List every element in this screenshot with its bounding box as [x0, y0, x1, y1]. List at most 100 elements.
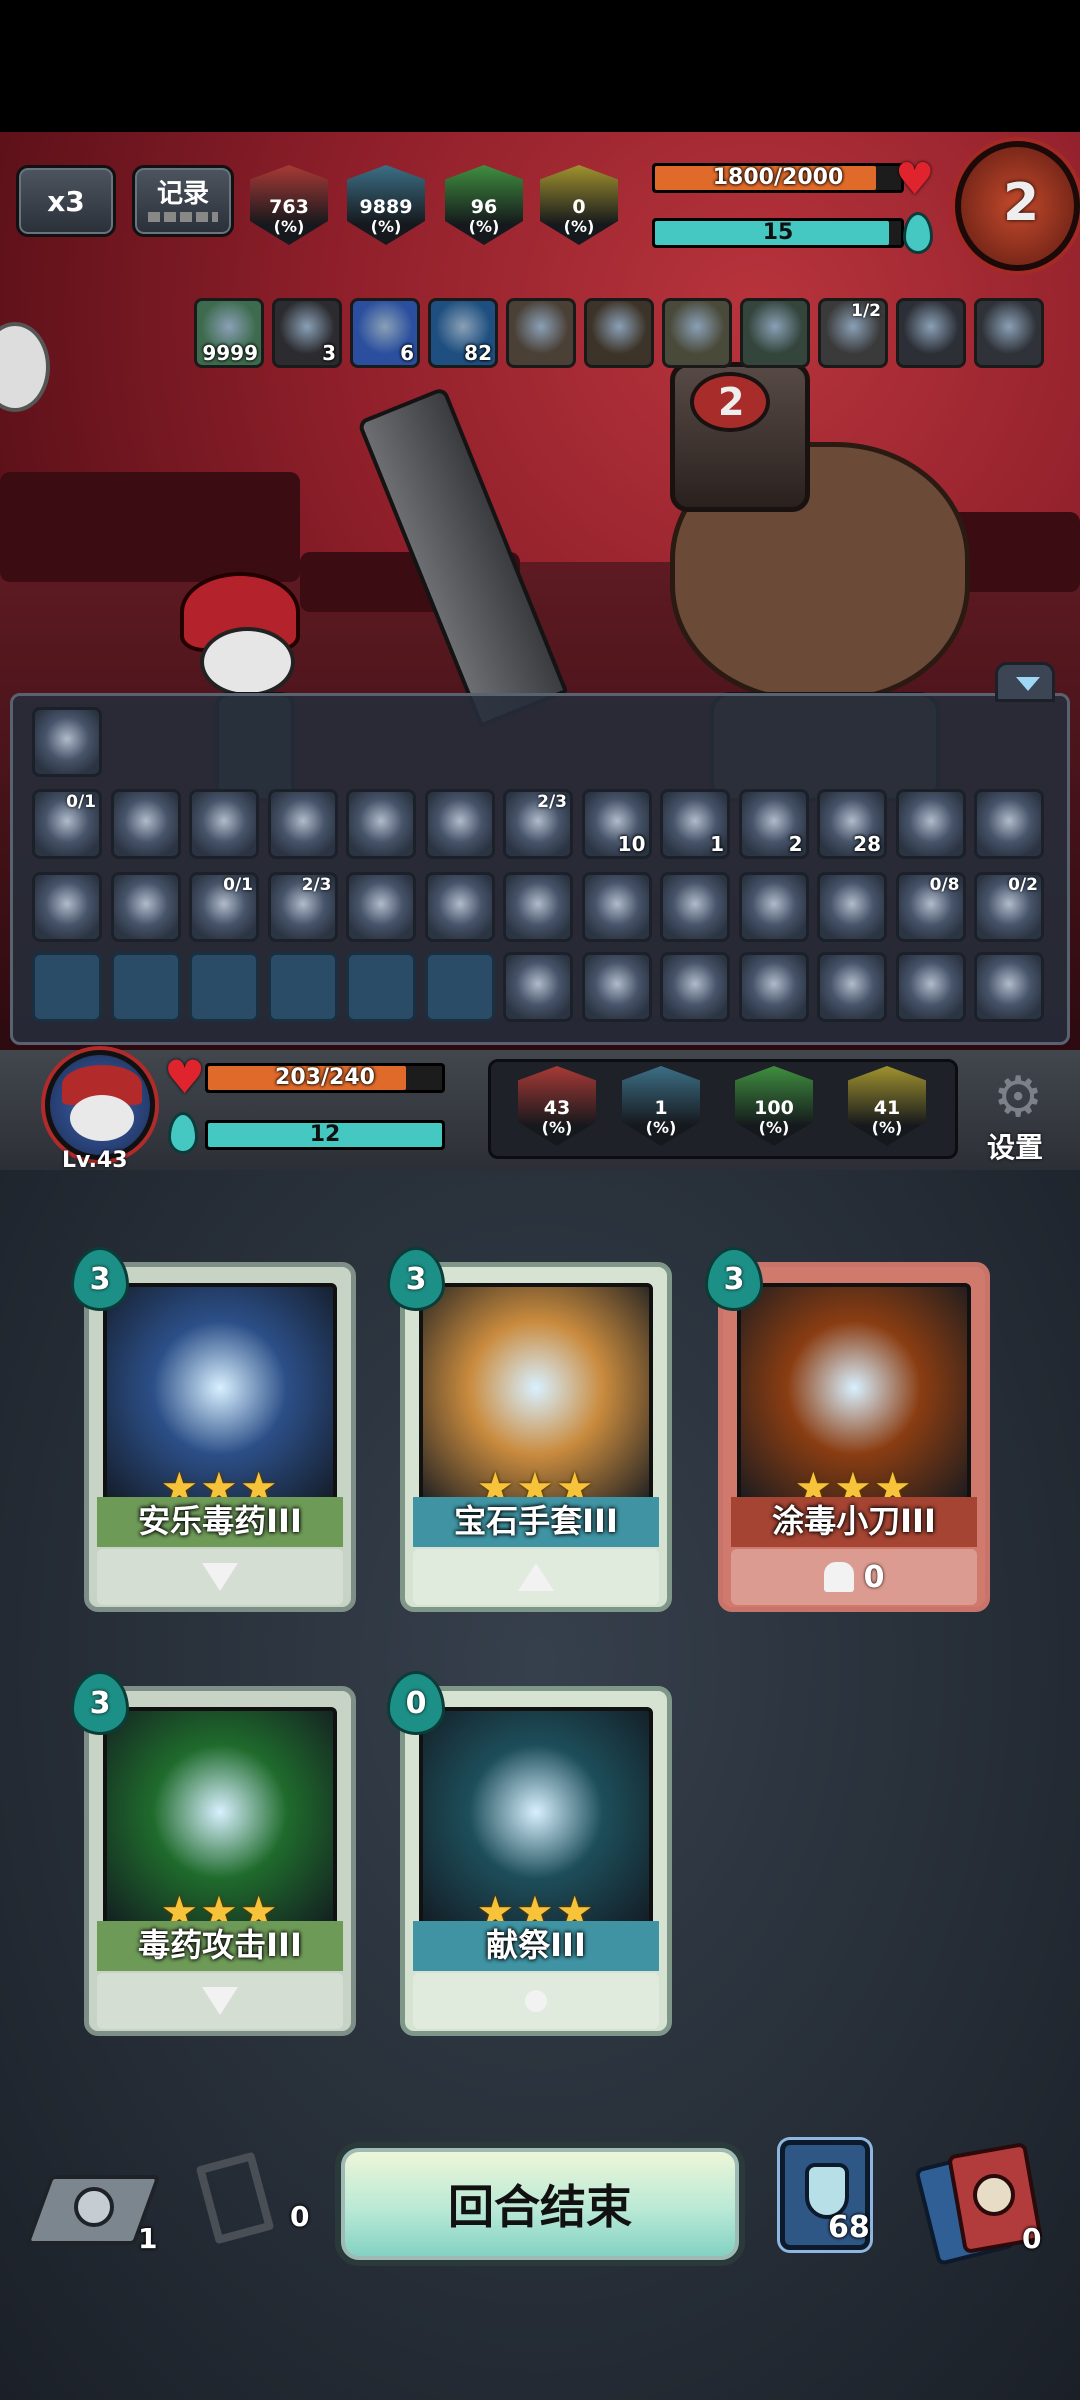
- swirl-orb-icon[interactable]: [424, 789, 495, 859]
- log-button[interactable]: 记录: [132, 165, 234, 237]
- buff-charges: 1/2: [851, 301, 881, 321]
- graveyard-count: 0: [290, 2200, 310, 2233]
- enemy-stat-value: 9889: [359, 196, 413, 218]
- player-hp-text: 203/240: [275, 1065, 375, 1090]
- gear-icon: ⚙: [993, 1065, 1044, 1130]
- water-drop-icon[interactable]: [660, 952, 730, 1022]
- card-title: 毒药攻击III: [97, 1921, 343, 1971]
- round-shield-icon[interactable]: [738, 952, 809, 1022]
- sun-orb-icon[interactable]: [189, 789, 259, 859]
- enemy-portrait[interactable]: 2: [955, 141, 1080, 271]
- shield-icon[interactable]: 2: [738, 789, 809, 859]
- hand-icon[interactable]: [346, 789, 416, 859]
- skull-poison-icon[interactable]: 9999: [194, 298, 264, 368]
- spellbook-icon[interactable]: 2/3: [267, 872, 338, 942]
- cage-icon[interactable]: 1/2: [818, 298, 888, 368]
- red-egg-icon[interactable]: 2/3: [503, 789, 573, 859]
- bracer-icon[interactable]: [738, 872, 809, 942]
- player-stat-unit: (%): [871, 1118, 903, 1137]
- relic-count: 28: [853, 832, 881, 856]
- relic-charges: 2/3: [301, 875, 332, 895]
- locked-skull-icon[interactable]: [267, 952, 338, 1022]
- eye-icon: [74, 2187, 114, 2227]
- chef-icon[interactable]: [503, 952, 573, 1022]
- sword-icon[interactable]: [110, 789, 181, 859]
- book-icon[interactable]: [506, 298, 576, 368]
- green-gem-icon[interactable]: [740, 298, 810, 368]
- enemy-portrait-number: 2: [1003, 173, 1040, 233]
- player-stat-unit: (%): [758, 1118, 790, 1137]
- card-title: 宝石手套III: [413, 1497, 659, 1547]
- settings-button[interactable]: ⚙ 设置: [975, 1065, 1065, 1165]
- beast-icon[interactable]: [974, 298, 1044, 368]
- lightning-icon[interactable]: 3: [272, 298, 342, 368]
- vortex-icon[interactable]: 0/1: [32, 789, 102, 859]
- up-arrow-icon: [518, 1563, 554, 1591]
- locked-potion-icon[interactable]: [346, 952, 416, 1022]
- crystal-icon[interactable]: [895, 789, 966, 859]
- pacifier-icon[interactable]: 0/1: [189, 872, 259, 942]
- doll-icon[interactable]: [346, 872, 416, 942]
- pan-icon[interactable]: [110, 872, 181, 942]
- helmet-icon[interactable]: [662, 298, 732, 368]
- hand-card[interactable]: ★★★ 宝石手套III 3: [387, 1247, 672, 1612]
- card-title: 安乐毒药III: [97, 1497, 343, 1547]
- hood-icon[interactable]: [660, 872, 730, 942]
- locked-demon-icon[interactable]: [424, 952, 495, 1022]
- enemy-stat-unit: (%): [370, 217, 402, 236]
- hand-card[interactable]: ★★★ 毒药攻击III 3: [71, 1671, 356, 2036]
- hand-card[interactable]: ★★★ 涂毒小刀III 0 3: [705, 1247, 990, 1612]
- locked-tree-icon[interactable]: [189, 952, 259, 1022]
- lightning-orb-icon[interactable]: 1: [660, 789, 730, 859]
- locked-fist-icon[interactable]: [32, 952, 102, 1022]
- pig-icon[interactable]: [817, 872, 887, 942]
- scene-rock: [0, 472, 300, 582]
- relic-charges: 0/1: [223, 875, 253, 895]
- player-stat-value: 43: [543, 1097, 571, 1119]
- deck-count: 68: [828, 2210, 870, 2245]
- bell-icon[interactable]: [581, 872, 652, 942]
- locked-claw-icon[interactable]: [110, 952, 181, 1022]
- heart-icon: ♥: [164, 1050, 206, 1104]
- bread-icon[interactable]: [817, 952, 887, 1022]
- chevron-down-icon: [1016, 677, 1040, 691]
- snail-icon[interactable]: [424, 872, 495, 942]
- graveyard-icon[interactable]: [190, 2148, 290, 2248]
- crown-icon[interactable]: [895, 952, 966, 1022]
- enemy-stat-unit: (%): [468, 217, 500, 236]
- poison-icon[interactable]: 10: [581, 789, 652, 859]
- enemy-stat-unit: (%): [273, 217, 305, 236]
- knife-icon[interactable]: [581, 952, 652, 1022]
- mask-icon[interactable]: [974, 952, 1044, 1022]
- horn-icon[interactable]: [584, 298, 654, 368]
- player-stat-unit: (%): [645, 1118, 677, 1137]
- armor-icon[interactable]: 0/2: [974, 872, 1044, 942]
- collapse-toggle[interactable]: [995, 662, 1055, 702]
- leaf-icon[interactable]: [267, 789, 338, 859]
- relic-charges: 0/1: [66, 792, 96, 812]
- turtle-shell-icon[interactable]: [974, 789, 1044, 859]
- draw-pile[interactable]: [25, 2175, 161, 2255]
- end-turn-button[interactable]: 回合结束: [335, 2142, 745, 2266]
- side-chat-bubble[interactable]: [0, 322, 50, 412]
- shield-icon[interactable]: 82: [428, 298, 498, 368]
- enemy-stat-unit: (%): [563, 217, 595, 236]
- speed-button[interactable]: x3: [16, 165, 116, 237]
- dagger-icon[interactable]: 0/8: [895, 872, 966, 942]
- enemy-energy-bar: 15: [652, 218, 904, 248]
- relic-count: 2: [788, 832, 803, 856]
- wind-icon[interactable]: 6: [350, 298, 420, 368]
- slash-icon[interactable]: 28: [817, 789, 887, 859]
- golem-icon[interactable]: [32, 872, 102, 942]
- player-avatar[interactable]: [45, 1050, 155, 1160]
- eye-icon: [973, 2174, 1015, 2216]
- card-footer: [413, 1549, 659, 1605]
- hand-card[interactable]: ★★★ 献祭III 0: [387, 1671, 672, 2036]
- rune-stone-icon[interactable]: [32, 707, 102, 777]
- player-energy-text: 12: [309, 1122, 341, 1147]
- spiked-armor-icon[interactable]: [896, 298, 966, 368]
- down-arrow-icon: [202, 1563, 238, 1591]
- hand-card[interactable]: ★★★ 安乐毒药III 3: [71, 1247, 356, 1612]
- cookie-icon[interactable]: [503, 872, 573, 942]
- player-stat-unit: (%): [541, 1118, 573, 1137]
